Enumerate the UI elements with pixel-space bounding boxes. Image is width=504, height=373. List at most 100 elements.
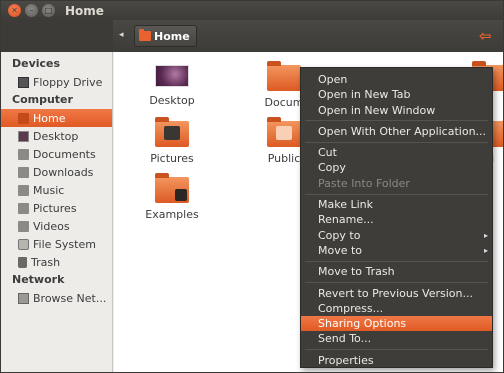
menu-item-label: Compress... <box>318 301 384 315</box>
sidebar-item-file-system[interactable]: File System <box>1 235 112 253</box>
sidebar-item-label: Videos <box>33 219 70 233</box>
menu-item-properties[interactable]: Properties <box>301 353 492 368</box>
menu-item-label: Properties <box>318 353 374 367</box>
picture-emblem-icon <box>164 126 180 140</box>
desktop-thumbnail-icon <box>155 65 189 87</box>
desktop-icon <box>18 130 29 142</box>
file-label: Docum <box>264 96 304 109</box>
breadcrumb-label: Home <box>154 29 190 43</box>
videos-folder-icon <box>18 220 29 232</box>
menu-separator <box>305 120 488 122</box>
menu-item-label: Paste Into Folder <box>318 176 410 190</box>
close-icon: ✕ <box>11 5 18 15</box>
file-manager-window: ✕ – □ Home ◂ Home ⇦ Devices Floppy Drive C… <box>0 0 504 373</box>
file-label: Pictures <box>150 152 194 165</box>
toolbar: ◂ Home ⇦ <box>1 20 503 52</box>
menu-separator <box>305 349 488 351</box>
sidebar-item-label: Pictures <box>33 201 77 215</box>
menu-item-open-with-other-application[interactable]: Open With Other Application... <box>301 124 492 139</box>
maximize-icon: □ <box>44 5 53 15</box>
sidebar-item-videos[interactable]: Videos <box>1 217 112 235</box>
menu-item-sharing-options[interactable]: Sharing Options <box>301 316 492 332</box>
menu-item-move-to-trash[interactable]: Move to Trash <box>301 264 492 279</box>
back-arrow-icon[interactable]: ⇦ <box>479 27 492 45</box>
documents-folder-icon <box>267 61 301 91</box>
minimize-button[interactable]: – <box>25 4 38 17</box>
home-folder-icon <box>18 112 29 124</box>
menu-separator <box>305 193 488 195</box>
menu-item-open-in-new-tab[interactable]: Open in New Tab <box>301 87 492 102</box>
sidebar-item-label: Home <box>33 111 66 125</box>
breadcrumb-home[interactable]: Home <box>134 25 197 47</box>
sidebar-item-label: Downloads <box>33 165 94 179</box>
submenu-arrow-icon: ▸ <box>483 245 488 255</box>
menu-item-copy[interactable]: Copy <box>301 160 492 175</box>
close-button[interactable]: ✕ <box>8 4 21 17</box>
menu-item-label: Move to <box>318 243 363 257</box>
sidebar-item-documents[interactable]: Documents <box>1 145 112 163</box>
home-folder-icon <box>139 29 151 41</box>
file-system-icon <box>18 238 29 250</box>
sidebar-item-browse-net[interactable]: Browse Net... <box>1 289 112 307</box>
breadcrumb-left-arrow-icon[interactable]: ◂ <box>119 30 124 40</box>
menu-item-label: Sharing Options <box>318 317 407 331</box>
menu-item-label: Cut <box>318 146 337 160</box>
sidebar-heading: Network <box>12 273 65 286</box>
menu-item-copy-to[interactable]: Copy to ▸ <box>301 228 492 243</box>
menu-item-cut[interactable]: Cut <box>301 145 492 160</box>
menu-item-open-in-new-window[interactable]: Open in New Window <box>301 103 492 118</box>
menu-item-revert-to-previous-version[interactable]: Revert to Previous Version... <box>301 286 492 301</box>
person-emblem-icon <box>276 126 292 140</box>
menu-separator <box>305 282 488 284</box>
sidebar: Devices Floppy Drive Computer Home Desktop Do… <box>1 52 113 372</box>
examples-folder-icon <box>155 173 189 203</box>
pictures-folder-icon <box>155 117 189 147</box>
sidebar-item-music[interactable]: Music <box>1 181 112 199</box>
menu-item-label: Open With Other Application... <box>318 124 487 138</box>
menu-item-make-link[interactable]: Make Link <box>301 197 492 212</box>
menu-item-move-to[interactable]: Move to ▸ <box>301 243 492 258</box>
sidebar-item-label: File System <box>33 237 96 251</box>
music-folder-icon <box>18 184 29 196</box>
floppy-drive-icon <box>18 76 29 88</box>
menu-item-open[interactable]: Open <box>301 72 492 87</box>
menu-separator <box>305 141 488 143</box>
file-item-desktop[interactable]: Desktop <box>137 61 207 107</box>
menu-item-label: Open <box>318 73 348 86</box>
sidebar-item-desktop[interactable]: Desktop <box>1 127 112 145</box>
menu-item-paste-into-folder: Paste Into Folder <box>301 176 492 191</box>
menu-item-compress[interactable]: Compress... <box>301 301 492 316</box>
submenu-arrow-icon: ▸ <box>483 230 488 240</box>
file-item-examples[interactable]: Examples <box>137 173 207 221</box>
menu-item-label: Copy <box>318 161 346 175</box>
context-menu: Open Open in New Tab Open in New Window Ope… <box>300 67 493 368</box>
sidebar-heading: Devices <box>12 57 61 70</box>
file-label: Desktop <box>149 94 195 107</box>
menu-item-send-to[interactable]: Send To... <box>301 331 492 346</box>
network-icon <box>18 292 29 304</box>
menu-item-rename[interactable]: Rename... <box>301 212 492 227</box>
sidebar-item-label: Trash <box>31 255 61 269</box>
sidebar-item-downloads[interactable]: Downloads <box>1 163 112 181</box>
menu-separator <box>305 260 488 262</box>
sidebar-item-floppy-drive[interactable]: Floppy Drive <box>1 73 112 91</box>
sidebar-item-label: Documents <box>33 147 96 161</box>
menu-item-label: Open in New Tab <box>318 88 411 102</box>
window-title: Home <box>65 3 104 18</box>
maximize-button[interactable]: □ <box>42 4 55 17</box>
title-bar[interactable]: ✕ – □ Home <box>1 1 503 20</box>
file-label: Examples <box>145 208 199 221</box>
downloads-folder-icon <box>18 166 29 178</box>
sidebar-item-label: Desktop <box>33 129 79 143</box>
sidebar-item-pictures[interactable]: Pictures <box>1 199 112 217</box>
toolbar-sidebar-area <box>1 20 113 52</box>
sidebar-heading: Computer <box>12 93 73 106</box>
menu-item-label: Rename... <box>318 213 374 227</box>
sidebar-item-trash[interactable]: Trash <box>1 253 112 271</box>
file-item-pictures[interactable]: Pictures <box>137 117 207 165</box>
public-folder-icon <box>267 117 301 147</box>
menu-item-label: Revert to Previous Version... <box>318 286 473 300</box>
link-emblem-icon <box>175 189 187 201</box>
pictures-folder-icon <box>18 202 29 214</box>
sidebar-item-home[interactable]: Home <box>1 109 112 127</box>
